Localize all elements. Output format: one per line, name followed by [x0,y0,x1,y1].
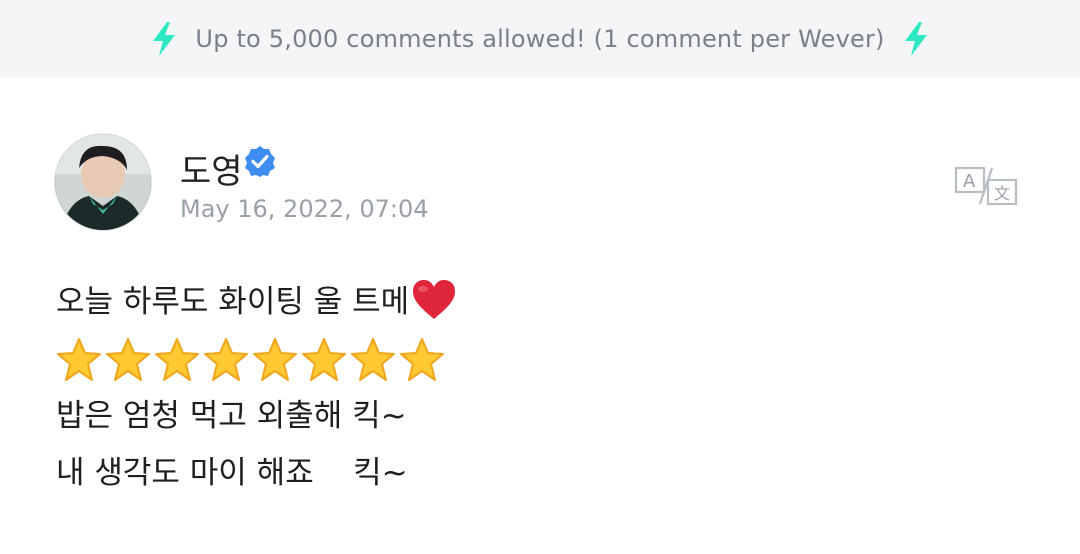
translate-button[interactable]: A 文 [952,164,1020,208]
post-line: 밥은 엄청 먹고 외출해 킥~ [56,398,407,434]
translate-icon: A 文 [954,166,1018,206]
post-line: 오늘 하루도 화이팅 울 트메 [56,274,1016,331]
author-name[interactable]: 도영 [180,144,243,193]
star-emoji-icon [204,337,248,381]
lightning-bolt-icon [153,22,176,56]
svg-text:A: A [963,171,976,192]
post-body: 오늘 하루도 화이팅 울 트메 밥은 엄청 먹고 외출해 킥~ 내 생각도 마이… [56,274,1016,502]
star-emoji-icon [351,337,395,381]
comments-limit-banner: Up to 5,000 comments allowed! (1 comment… [0,0,1080,78]
avatar-image [55,134,151,230]
heart-emoji-icon [413,279,456,319]
star-emoji-icon [57,337,101,381]
post-line-text: 오늘 하루도 화이팅 울 트메 [56,284,410,320]
post-line: 내 생각도 마이 해죠 킥~ [56,455,408,491]
star-emoji-icon [155,337,199,381]
verified-badge-icon [245,146,275,177]
star-emoji-icon [400,337,444,381]
svg-text:文: 文 [994,184,1010,203]
post-card: 도영 May 16, 2022, 07:04 A 文 오늘 하루도 화이팅 울 … [0,78,1080,554]
post-timestamp: May 16, 2022, 07:04 [180,195,429,223]
star-emoji-icon [106,337,150,381]
star-row [56,331,1016,388]
star-emoji-icon [253,337,297,381]
lightning-bolt-icon [904,22,927,56]
banner-text: Up to 5,000 comments allowed! (1 comment… [195,25,885,53]
star-emoji-icon [302,337,346,381]
author-avatar[interactable] [54,133,152,231]
